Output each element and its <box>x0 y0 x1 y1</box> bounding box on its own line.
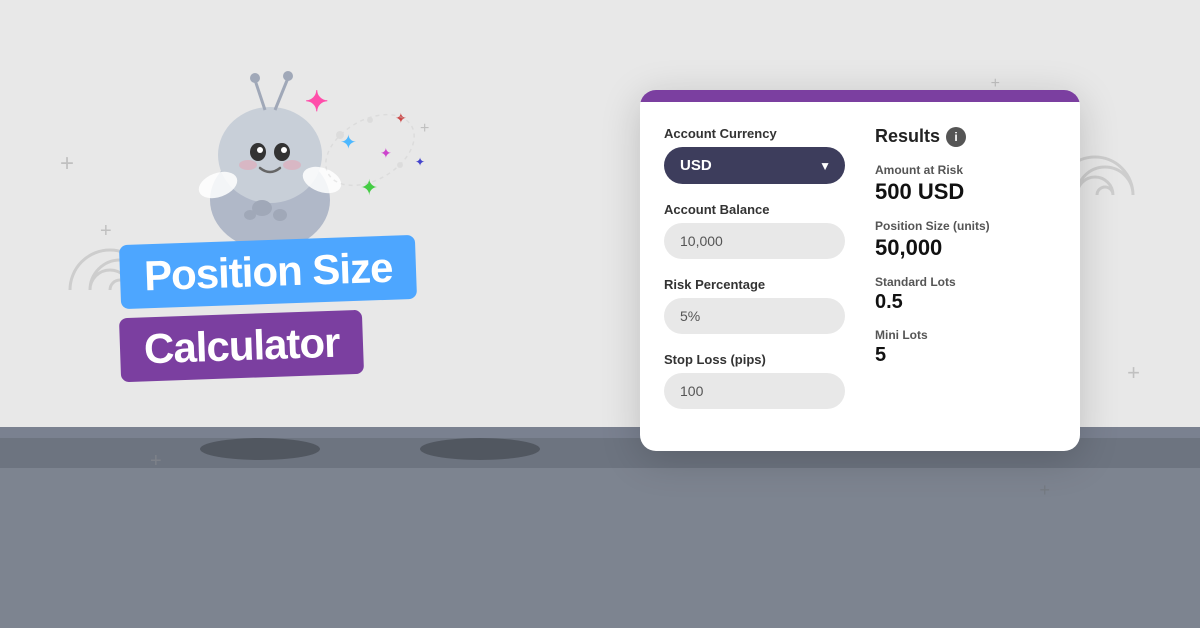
card-header <box>640 90 1080 102</box>
stoploss-label: Stop Loss (pips) <box>664 352 845 367</box>
orbit-dots <box>310 90 430 210</box>
star-deco-5: + <box>1127 360 1140 386</box>
mini-lots-value: 5 <box>875 344 1056 367</box>
balance-input[interactable] <box>664 223 845 259</box>
position-size-value: 50,000 <box>875 235 1056 261</box>
results-title: Results i <box>875 126 1056 147</box>
star-deco-7: + <box>1039 480 1050 501</box>
star-deco-1: + <box>60 150 74 178</box>
currency-label: Account Currency <box>664 126 845 141</box>
risk-input[interactable] <box>664 298 845 334</box>
star-deco-2: + <box>100 220 112 243</box>
shadow-left <box>200 438 320 460</box>
title-line2: Calculator <box>119 310 364 382</box>
balance-label: Account Balance <box>664 202 845 217</box>
results-section: Results i Amount at Risk 500 USD Positio… <box>875 126 1056 427</box>
form-section: Account Currency USD EUR GBP JPY ▼ Accou… <box>664 126 845 427</box>
shadow-right <box>420 438 540 460</box>
info-icon[interactable]: i <box>946 127 966 147</box>
stoploss-input[interactable] <box>664 373 845 409</box>
title-line1: Position Size <box>119 235 417 309</box>
star-deco-6: + <box>150 450 162 473</box>
position-size-label: Position Size (units) <box>875 219 1056 233</box>
currency-select[interactable]: USD EUR GBP JPY <box>664 147 845 184</box>
risk-label: Risk Percentage <box>664 277 845 292</box>
card-body: Account Currency USD EUR GBP JPY ▼ Accou… <box>640 102 1080 451</box>
title-section: Position Size Calculator <box>120 240 416 378</box>
amount-at-risk-label: Amount at Risk <box>875 163 1056 177</box>
amount-at-risk-value: 500 USD <box>875 179 1056 205</box>
standard-lots-label: Standard Lots <box>875 275 1056 289</box>
calculator-card: Account Currency USD EUR GBP JPY ▼ Accou… <box>640 90 1080 451</box>
ground2 <box>0 468 1200 628</box>
currency-select-wrapper[interactable]: USD EUR GBP JPY ▼ <box>664 147 845 184</box>
mini-lots-label: Mini Lots <box>875 328 1056 342</box>
standard-lots-value: 0.5 <box>875 291 1056 314</box>
